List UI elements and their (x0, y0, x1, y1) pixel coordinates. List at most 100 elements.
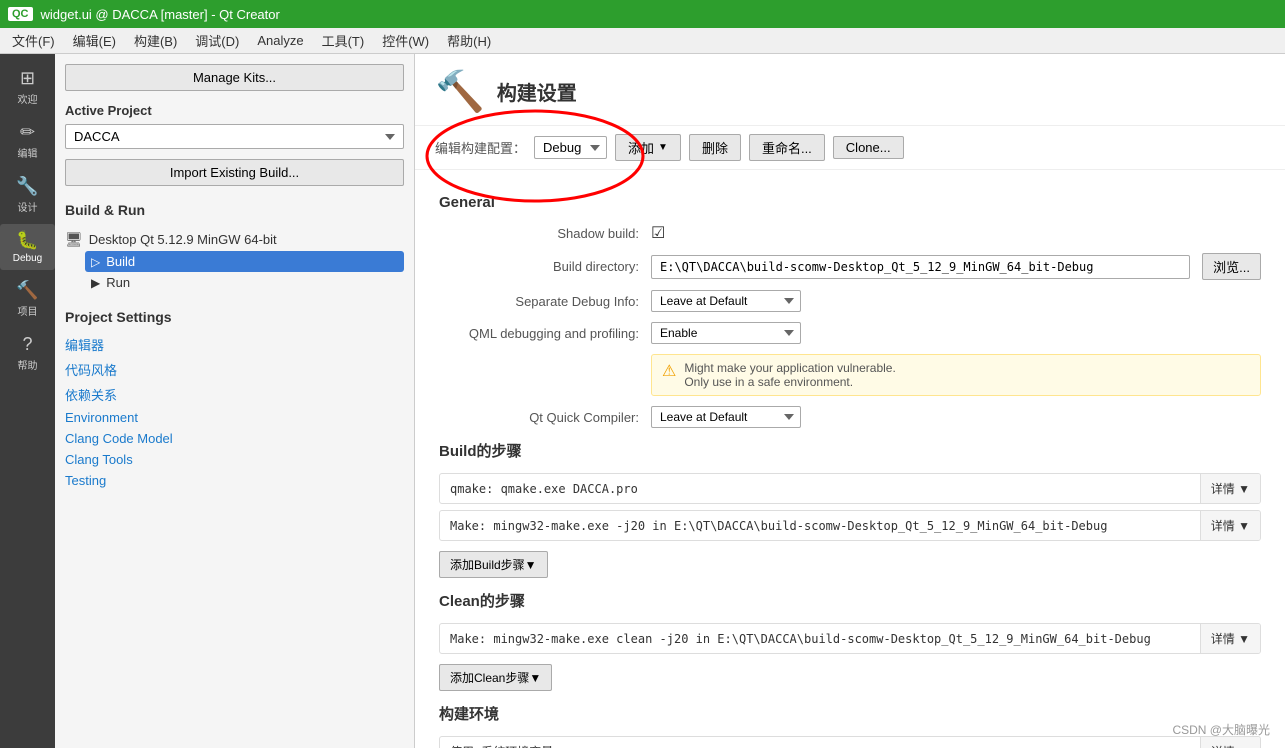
shadow-build-checkbox[interactable]: ☑ (651, 223, 665, 243)
project-icon: 🔨 (16, 280, 38, 301)
kit-sub-build[interactable]: ▷ Build (85, 251, 404, 272)
monitor-icon: 🖥 (65, 231, 83, 248)
build-steps-section: Build的步骤 qmake: qmake.exe DACCA.pro 详情 ▼… (439, 440, 1261, 578)
kit-sub-run[interactable]: ▶ Run (85, 272, 404, 293)
run-arrow-icon: ▶ (91, 276, 100, 290)
qt-quick-label: Qt Quick Compiler: (439, 410, 639, 425)
build-step-content-0: qmake: qmake.exe DACCA.pro (440, 476, 1200, 502)
sidebar-icons: ⊞ 欢迎 ✏ 编辑 🔧 设计 🐛 Debug 🔨 项目 ? 帮助 (0, 54, 55, 748)
build-hammer-icon: 🔨 (435, 68, 485, 115)
import-existing-build-button[interactable]: Import Existing Build... (65, 159, 404, 186)
qt-quick-select[interactable]: Leave at Default (651, 406, 801, 428)
delete-config-button[interactable]: 删除 (689, 134, 741, 161)
build-dir-input[interactable] (651, 255, 1190, 279)
config-select[interactable]: Debug (534, 136, 607, 159)
project-select[interactable]: DACCA (65, 124, 404, 149)
project-settings-label: Project Settings (65, 309, 404, 325)
add-config-button[interactable]: 添加 ▼ (615, 134, 681, 161)
project-select-container: DACCA (65, 124, 404, 149)
main-layout: ⊞ 欢迎 ✏ 编辑 🔧 设计 🐛 Debug 🔨 项目 ? 帮助 Manage … (0, 54, 1285, 748)
settings-clang-tools[interactable]: Clang Tools (65, 450, 404, 469)
menu-build[interactable]: 构建(B) (126, 28, 185, 53)
qml-debug-row: QML debugging and profiling: Enable (439, 322, 1261, 344)
project-label: 项目 (18, 303, 38, 318)
help-label: 帮助 (18, 357, 38, 372)
sidebar-welcome[interactable]: ⊞ 欢迎 (0, 62, 55, 112)
rename-config-button[interactable]: 重命名... (749, 134, 825, 161)
build-env-detail[interactable]: 详情 ▼ (1200, 737, 1260, 748)
warning-box: ⚠ Might make your application vulnerable… (651, 354, 1261, 396)
shadow-build-label: Shadow build: (439, 226, 639, 241)
build-step-row-1: Make: mingw32-make.exe -j20 in E:\QT\DAC… (439, 510, 1261, 541)
welcome-label: 欢迎 (18, 91, 38, 106)
browse-button[interactable]: 浏览... (1202, 253, 1261, 280)
sep-debug-select[interactable]: Leave at Default (651, 290, 801, 312)
title-bar: QC widget.ui @ DACCA [master] - Qt Creat… (0, 0, 1285, 28)
settings-editor[interactable]: 编辑器 (65, 333, 404, 356)
menu-file[interactable]: 文件(F) (4, 28, 63, 53)
settings-code-style[interactable]: 代码风格 (65, 358, 404, 381)
menu-edit[interactable]: 编辑(E) (65, 28, 124, 53)
content-area: General Shadow build: ☑ Build directory:… (415, 170, 1285, 748)
warning-line2: Only use in a safe environment. (684, 375, 895, 389)
build-step-detail-0[interactable]: 详情 ▼ (1200, 474, 1260, 503)
warning-line1: Might make your application vulnerable. (684, 361, 895, 375)
sidebar-debug[interactable]: 🐛 Debug (0, 224, 55, 270)
config-bar: 编辑构建配置： Debug 添加 ▼ 删除 重命名... Clone... (415, 126, 1285, 170)
settings-testing[interactable]: Testing (65, 471, 404, 490)
build-step-content-1: Make: mingw32-make.exe -j20 in E:\QT\DAC… (440, 513, 1200, 539)
design-icon: 🔧 (16, 176, 38, 197)
warning-icon: ⚠ (662, 361, 676, 381)
kit-item[interactable]: 🖥 Desktop Qt 5.12.9 MinGW 64-bit (65, 228, 404, 251)
clean-step-row-0: Make: mingw32-make.exe clean -j20 in E:\… (439, 623, 1261, 654)
left-panel: Manage Kits... Active Project DACCA Impo… (55, 54, 415, 748)
menu-help[interactable]: 帮助(H) (439, 28, 499, 53)
add-config-label: 添加 (628, 138, 654, 157)
right-panel: 🔨 构建设置 编辑构建配置： Debug 添加 ▼ 删除 重命名... Clon… (415, 54, 1285, 748)
clone-config-button[interactable]: Clone... (833, 136, 904, 159)
settings-dependencies[interactable]: 依赖关系 (65, 383, 404, 406)
build-header: 🔨 构建设置 (415, 54, 1285, 126)
debug-icon: 🐛 (16, 230, 38, 251)
welcome-icon: ⊞ (20, 68, 35, 89)
sidebar-design[interactable]: 🔧 设计 (0, 170, 55, 220)
sidebar-edit[interactable]: ✏ 编辑 (0, 116, 55, 166)
edit-label: 编辑 (18, 145, 38, 160)
edit-icon: ✏ (20, 122, 35, 143)
build-sub-label: Build (106, 254, 135, 269)
kit-label: Desktop Qt 5.12.9 MinGW 64-bit (89, 232, 277, 247)
menu-bar: 文件(F) 编辑(E) 构建(B) 调试(D) Analyze 工具(T) 控件… (0, 28, 1285, 54)
build-env-content: 使用 系统环境变量 (440, 737, 1200, 748)
build-env-row: 使用 系统环境变量 详情 ▼ (439, 736, 1261, 748)
warning-text: Might make your application vulnerable. … (684, 361, 895, 389)
menu-widget[interactable]: 控件(W) (374, 28, 437, 53)
build-arrow-icon: ▷ (91, 255, 100, 269)
build-run-label: Build & Run (65, 202, 404, 218)
build-steps-title: Build的步骤 (439, 440, 1261, 461)
sidebar-help[interactable]: ? 帮助 (0, 328, 55, 378)
config-label: 编辑构建配置： (435, 138, 526, 157)
shadow-build-row: Shadow build: ☑ (439, 223, 1261, 243)
menu-debug[interactable]: 调试(D) (187, 28, 247, 53)
menu-tools[interactable]: 工具(T) (314, 28, 373, 53)
manage-kits-button[interactable]: Manage Kits... (65, 64, 404, 91)
build-step-detail-1[interactable]: 详情 ▼ (1200, 511, 1260, 540)
settings-clang-code-model[interactable]: Clang Code Model (65, 429, 404, 448)
sidebar-project[interactable]: 🔨 项目 (0, 274, 55, 324)
settings-links: 编辑器 代码风格 依赖关系 Environment Clang Code Mod… (65, 333, 404, 490)
general-section-title: General (439, 194, 1261, 211)
qml-debug-select[interactable]: Enable (651, 322, 801, 344)
add-clean-step-button[interactable]: 添加Clean步骤▼ (439, 664, 552, 691)
build-title: 构建设置 (497, 77, 577, 106)
sep-debug-row: Separate Debug Info: Leave at Default (439, 290, 1261, 312)
clean-step-content-0: Make: mingw32-make.exe clean -j20 in E:\… (440, 626, 1200, 652)
settings-environment[interactable]: Environment (65, 408, 404, 427)
build-dir-label: Build directory: (439, 259, 639, 274)
clean-step-detail-0[interactable]: 详情 ▼ (1200, 624, 1260, 653)
qml-debug-label: QML debugging and profiling: (439, 326, 639, 341)
build-dir-row: Build directory: 浏览... (439, 253, 1261, 280)
add-build-step-button[interactable]: 添加Build步骤▼ (439, 551, 548, 578)
menu-analyze[interactable]: Analyze (249, 30, 311, 51)
clean-steps-title: Clean的步骤 (439, 590, 1261, 611)
add-arrow-icon: ▼ (658, 142, 668, 153)
